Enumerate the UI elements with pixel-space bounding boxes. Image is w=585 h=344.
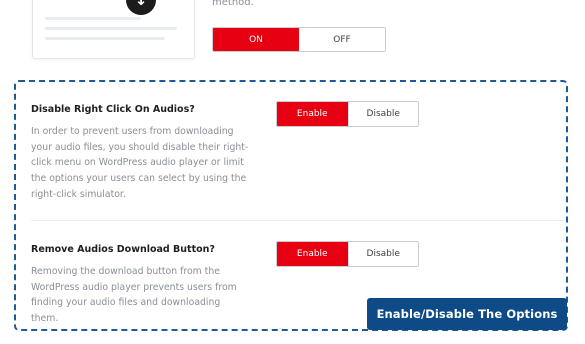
thumbnail-text-line (45, 17, 141, 20)
enable-option[interactable]: Enable (277, 102, 348, 126)
description-line: them. (31, 313, 59, 325)
setting-title-remove-download-button: Remove Audios Download Button? (31, 244, 215, 255)
setting-title-disable-right-click: Disable Right Click On Audios? (31, 104, 195, 115)
toggle-off-option[interactable]: OFF (299, 28, 385, 51)
thumbnail-text-line (45, 37, 165, 40)
disable-option[interactable]: Disable (347, 242, 418, 266)
thumbnail-text-line (45, 27, 177, 30)
method-text: method. (212, 0, 254, 8)
download-icon: ↓ (126, 0, 156, 15)
preview-thumbnail: ↓ ” (32, 0, 195, 59)
description-line: finding your audio files and downloading (31, 297, 221, 309)
description-line: click menu on WordPress audio player or … (31, 157, 244, 169)
setting-description-disable-right-click: In order to prevent users from downloadi… (31, 124, 267, 203)
setting-description-remove-download-button: Removing the download button from the Wo… (31, 264, 267, 327)
description-line: the options your users can select by usi… (31, 173, 247, 185)
toggle-on-option[interactable]: ON (213, 28, 299, 51)
on-off-toggle[interactable]: ON OFF (212, 27, 386, 52)
callout-label: Enable/Disable The Options (367, 298, 567, 330)
disable-option[interactable]: Disable (347, 102, 418, 126)
description-line: Removing the download button from the (31, 266, 220, 277)
enable-option[interactable]: Enable (277, 242, 348, 266)
right-click-toggle[interactable]: Enable Disable (276, 101, 419, 127)
description-line: In order to prevent users from downloadi… (31, 126, 234, 137)
download-button-toggle[interactable]: Enable Disable (276, 241, 419, 267)
description-line: your audio files, you should disable the… (31, 141, 249, 153)
description-line: WordPress audio player prevents users fr… (31, 281, 237, 293)
description-line: right-click simulator. (31, 188, 126, 200)
settings-divider (31, 220, 565, 221)
